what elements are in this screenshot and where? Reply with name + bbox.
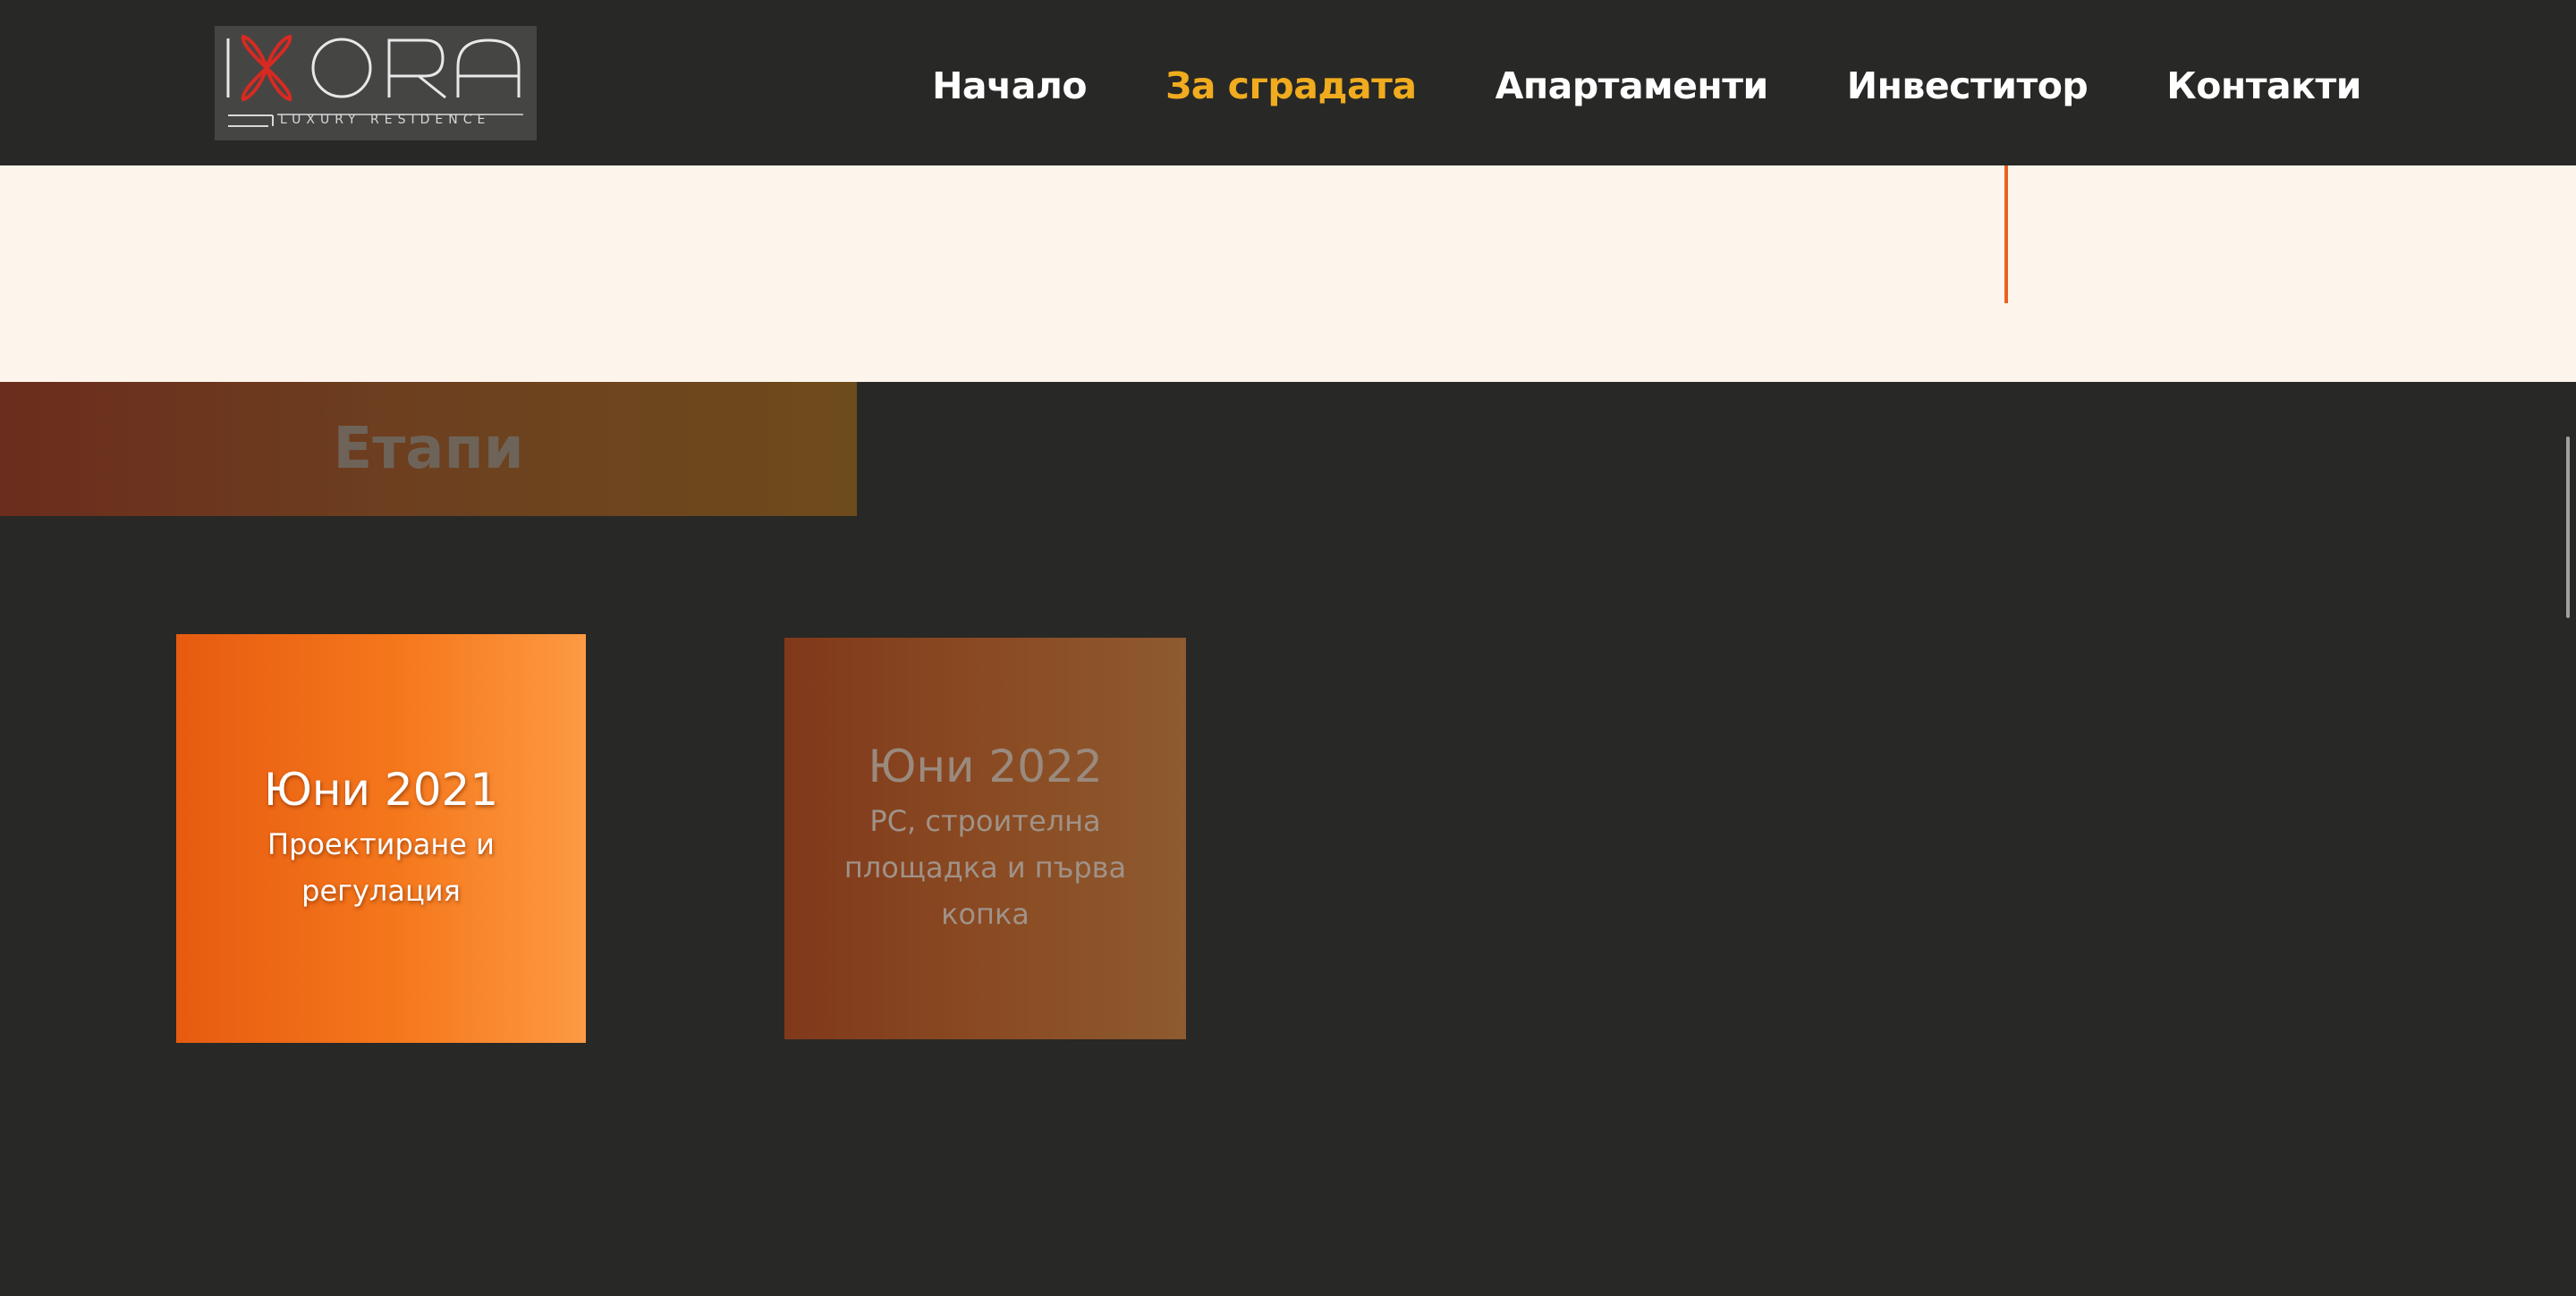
- cream-band: [0, 165, 2576, 382]
- nav-item-home[interactable]: Начало: [932, 64, 1088, 107]
- site-header: LUXURY RESIDENCE Начало За сградата Апар…: [0, 0, 2576, 165]
- stage-description: РС, строителна площадка и първа копка: [843, 803, 1127, 931]
- stage-card[interactable]: Юни 2022 РС, строителна площадка и първа…: [784, 638, 1186, 1039]
- page-scrollbar[interactable]: [2566, 436, 2570, 618]
- main-nav: Начало За сградата Апартаменти Инвестито…: [853, 59, 2361, 113]
- stage-date: Юни 2021: [263, 763, 499, 816]
- stage-card[interactable]: Юни 2021 Проектиране и регулация: [176, 634, 586, 1043]
- stages-section-banner: Етапи: [0, 382, 857, 516]
- site-logo[interactable]: LUXURY RESIDENCE: [215, 26, 537, 140]
- nav-item-investor[interactable]: Инвеститор: [1847, 64, 2089, 107]
- stage-description: Проектиране и регулация: [267, 826, 495, 908]
- logo-tagline: LUXURY RESIDENCE: [280, 113, 491, 127]
- stages-title: Етапи: [333, 416, 524, 482]
- nav-item-apartments[interactable]: Апартаменти: [1496, 64, 1769, 107]
- accent-divider-line: [2004, 165, 2008, 303]
- nav-item-contacts[interactable]: Контакти: [2166, 64, 2361, 107]
- stage-date: Юни 2022: [868, 740, 1103, 792]
- nav-item-about-building[interactable]: За сградата: [1165, 64, 1417, 107]
